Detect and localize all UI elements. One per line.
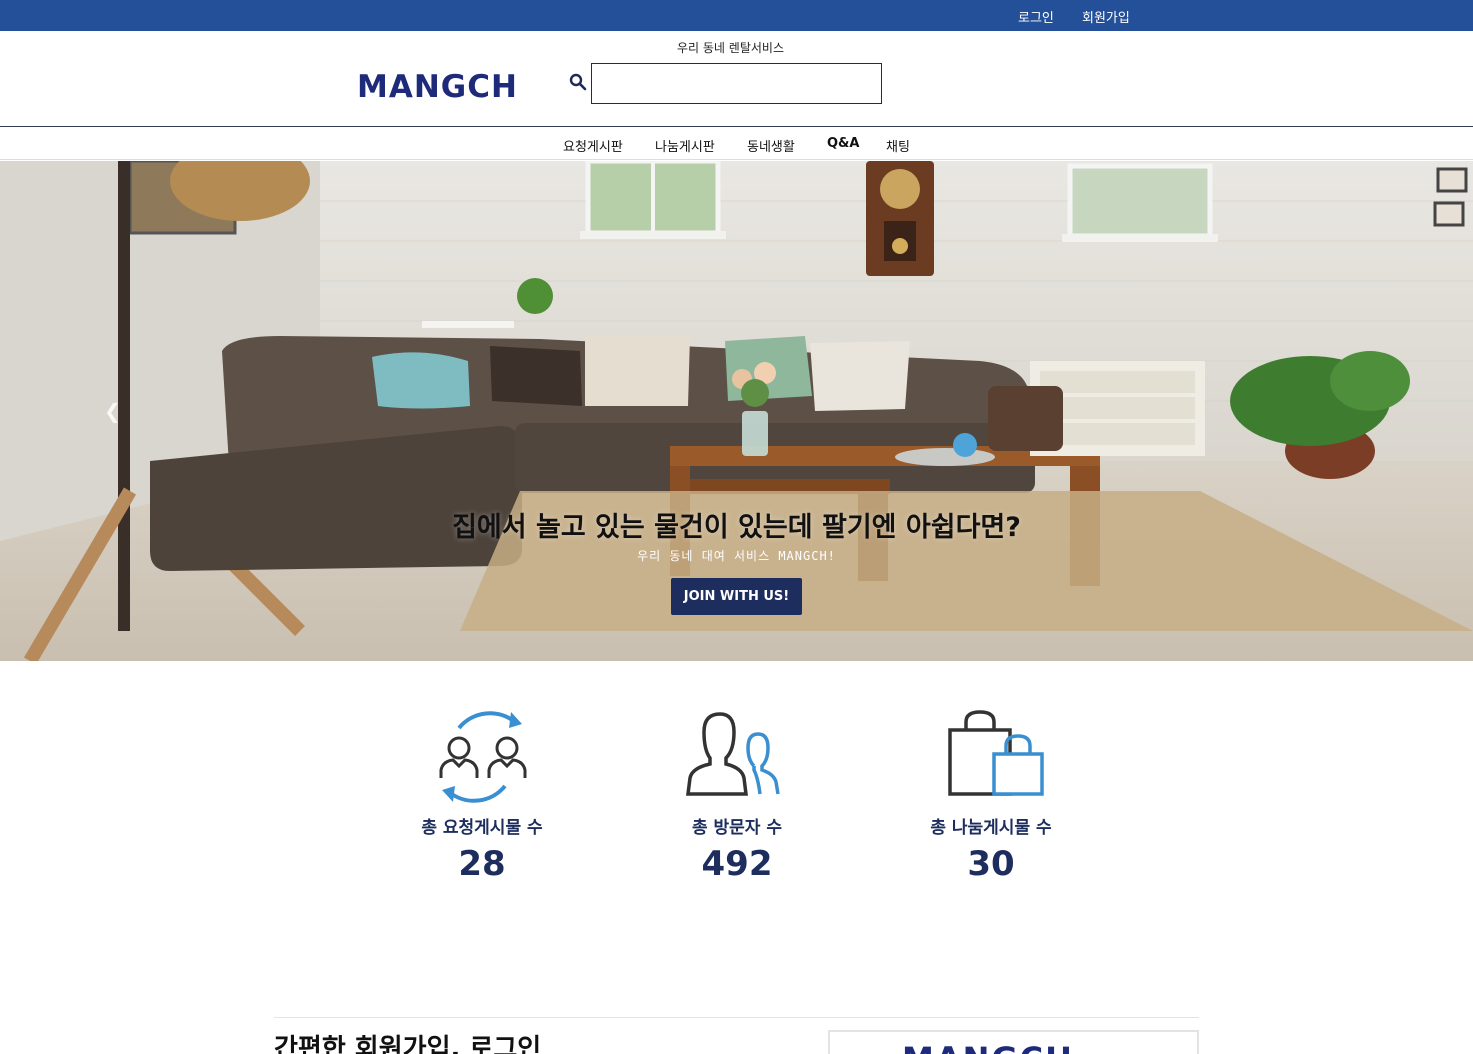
login-link[interactable]: 로그인 <box>1018 7 1054 26</box>
site-header: MANGCH 우리 동네 렌탈서비스 <box>0 31 1473 127</box>
search-input[interactable] <box>591 63 882 104</box>
login-preview-image: MANGCH <box>828 1030 1199 1054</box>
top-bar: 로그인 회원가입 <box>0 0 1473 31</box>
stat-label: 총 나눔게시물 수 <box>930 818 1052 838</box>
nav-item-share-board[interactable]: 나눔게시판 <box>655 136 715 155</box>
stat-visitors: 총 방문자 수 492 <box>627 708 847 884</box>
stat-value: 30 <box>967 844 1015 884</box>
section-title: 간편한 회원가입, 로그인 <box>274 1034 542 1054</box>
signup-link[interactable]: 회원가입 <box>1082 7 1130 26</box>
section-divider <box>274 1017 1199 1018</box>
chevron-left-icon[interactable]: ❮ <box>104 399 121 423</box>
stat-label: 총 요청게시물 수 <box>421 818 543 838</box>
nav-item-qna[interactable]: Q&A <box>827 136 859 151</box>
hero-title: 집에서 놀고 있는 물건이 있는데 팔기엔 아쉽다면? <box>452 512 1021 543</box>
site-tagline: 우리 동네 렌탈서비스 <box>677 41 784 55</box>
nav-item-request-board[interactable]: 요청게시판 <box>563 136 623 155</box>
stat-label: 총 방문자 수 <box>691 818 783 838</box>
search-icon[interactable] <box>569 73 587 91</box>
main-nav: 요청게시판 나눔게시판 동네생활 Q&A 채팅 <box>0 128 1473 160</box>
site-logo[interactable]: MANGCH <box>357 69 518 105</box>
stat-request-posts: 총 요청게시물 수 28 <box>372 708 592 884</box>
preview-logo: MANGCH <box>902 1040 1074 1054</box>
hero-subtitle: 우리 동네 대여 서비스 MANGCH! <box>637 549 836 563</box>
nav-item-chat[interactable]: 채팅 <box>886 136 910 155</box>
stat-share-posts: 총 나눔게시물 수 30 <box>881 708 1101 884</box>
users-exchange-icon <box>439 711 527 803</box>
shopping-bags-icon <box>948 710 1044 796</box>
join-button[interactable]: JOIN WITH US! <box>671 578 802 615</box>
visitors-icon <box>686 712 780 796</box>
hero-carousel: ❮ 집에서 놀고 있는 물건이 있는데 팔기엔 아쉽다면? 우리 동네 대여 서… <box>0 161 1473 661</box>
stat-value: 28 <box>458 844 506 884</box>
stat-value: 492 <box>701 844 773 884</box>
nav-item-neighborhood[interactable]: 동네생활 <box>747 136 795 155</box>
